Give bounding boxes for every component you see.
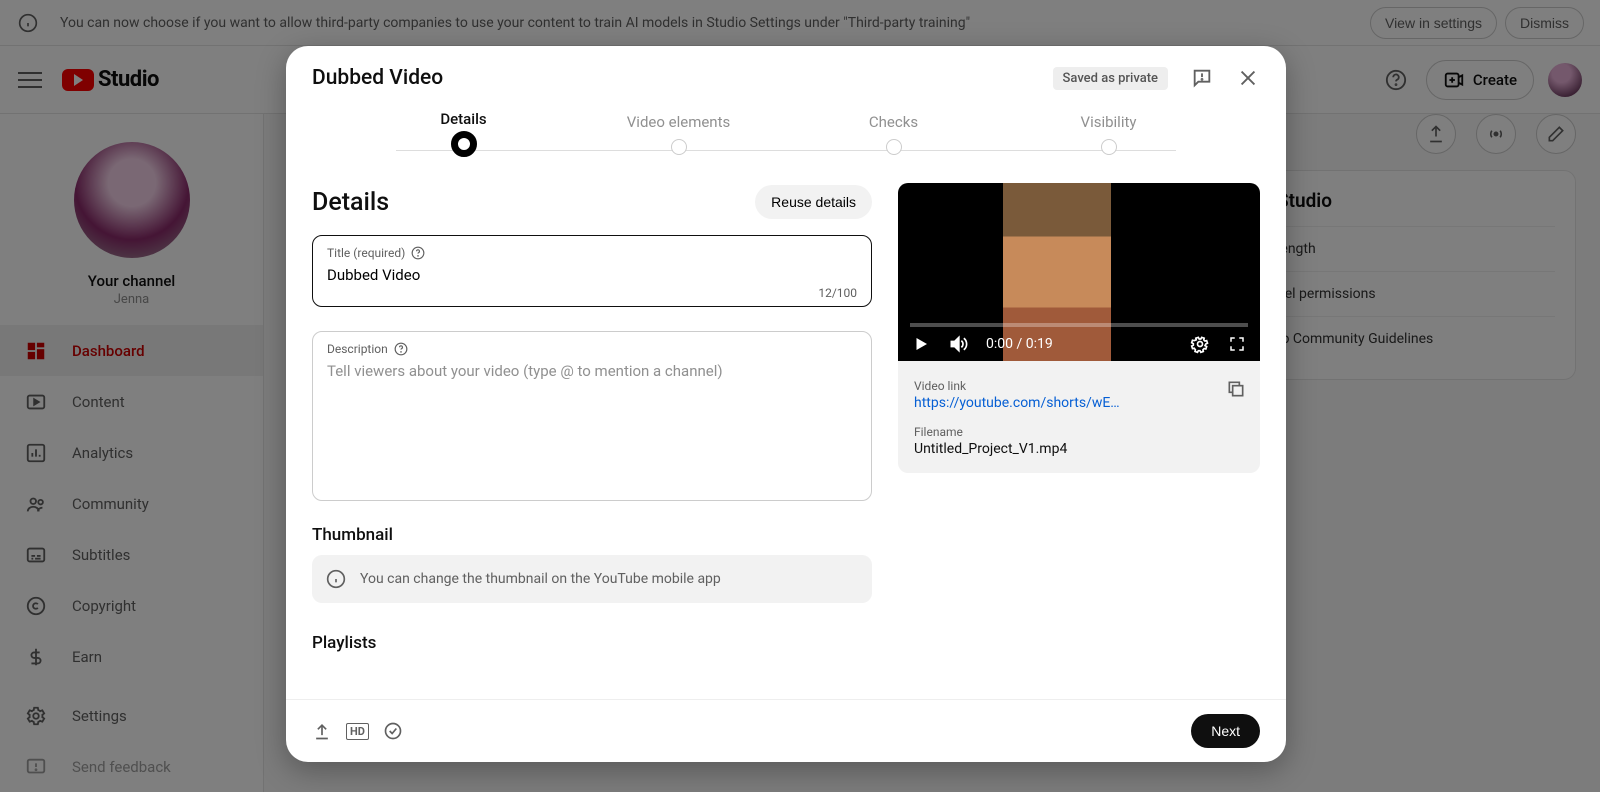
reuse-details-button[interactable]: Reuse details (755, 185, 872, 219)
video-link-label: Video link (914, 379, 1244, 393)
section-title: Details (312, 188, 755, 217)
step-checks[interactable]: Checks (786, 113, 1001, 155)
step-label: Checks (869, 113, 918, 131)
title-field[interactable]: Title (required) 12/100 (312, 235, 872, 307)
playlists-heading: Playlists (312, 633, 872, 653)
copy-icon[interactable] (1226, 379, 1246, 399)
description-field[interactable]: Description (312, 331, 872, 501)
step-dot (886, 139, 902, 155)
step-visibility[interactable]: Visibility (1001, 113, 1216, 155)
info-icon (326, 569, 346, 589)
play-icon[interactable] (912, 335, 930, 353)
thumbnail-info: You can change the thumbnail on the YouT… (312, 555, 872, 603)
filename-label: Filename (914, 425, 1244, 439)
title-counter: 12/100 (327, 286, 857, 300)
step-video-elements[interactable]: Video elements (571, 113, 786, 155)
step-dot (671, 139, 687, 155)
video-time: 0:00 / 0:19 (986, 336, 1053, 352)
video-preview: 0:00 / 0:19 Video link https://youtube.c… (898, 183, 1260, 473)
fullscreen-icon[interactable] (1228, 335, 1246, 353)
hd-badge: HD (346, 723, 369, 740)
modal-header: Dubbed Video Saved as private (286, 46, 1286, 104)
thumbnail-info-text: You can change the thumbnail on the YouT… (360, 571, 721, 587)
title-label: Title (required) (327, 246, 405, 260)
next-button[interactable]: Next (1191, 714, 1260, 748)
upload-modal: Dubbed Video Saved as private Details Vi… (286, 46, 1286, 762)
video-link[interactable]: https://youtube.com/shorts/wE… (914, 395, 1134, 411)
thumbnail-heading: Thumbnail (312, 525, 872, 545)
modal-title: Dubbed Video (312, 66, 1053, 90)
step-label: Video elements (627, 113, 730, 131)
stepper: Details Video elements Checks Visibility (286, 104, 1286, 175)
step-dot (1101, 139, 1117, 155)
help-icon[interactable] (411, 246, 425, 260)
step-label: Visibility (1081, 113, 1137, 131)
settings-icon[interactable] (1190, 334, 1210, 354)
step-label: Details (440, 110, 486, 128)
filename-value: Untitled_Project_V1.mp4 (914, 441, 1244, 457)
checks-complete-icon (383, 721, 403, 741)
close-icon[interactable] (1236, 66, 1260, 90)
help-icon[interactable] (394, 342, 408, 356)
feedback-icon[interactable] (1190, 66, 1214, 90)
title-input[interactable] (327, 260, 857, 286)
step-dot (451, 131, 477, 157)
description-label: Description (327, 342, 388, 356)
description-input[interactable] (327, 356, 857, 472)
step-details[interactable]: Details (356, 110, 571, 157)
volume-icon[interactable] (948, 334, 968, 354)
video-player[interactable]: 0:00 / 0:19 (898, 183, 1260, 361)
modal-footer: HD Next (286, 699, 1286, 762)
upload-status-icon (312, 721, 332, 741)
save-status-badge: Saved as private (1053, 67, 1168, 90)
